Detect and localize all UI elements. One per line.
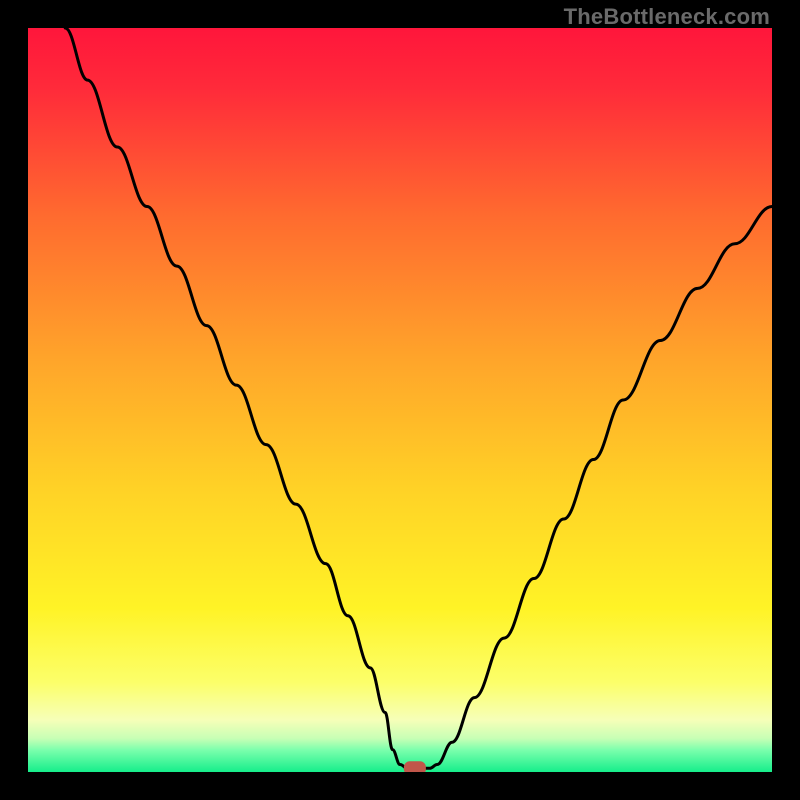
watermark-text: TheBottleneck.com — [564, 4, 770, 30]
optimum-marker — [404, 761, 426, 772]
chart-svg — [28, 28, 772, 772]
gradient-background — [28, 28, 772, 772]
chart-frame: TheBottleneck.com — [0, 0, 800, 800]
plot-area — [28, 28, 772, 772]
